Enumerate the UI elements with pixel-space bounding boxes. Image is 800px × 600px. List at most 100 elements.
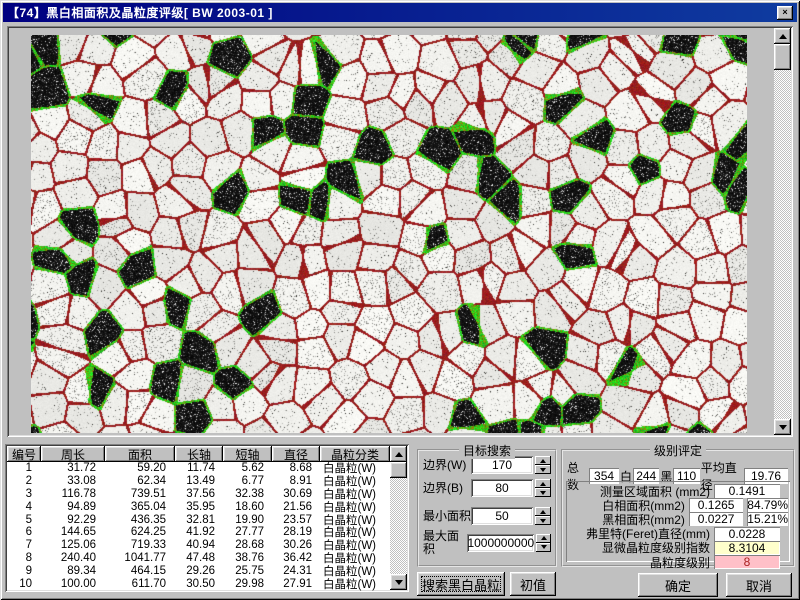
- table-cell: 7: [7, 539, 41, 551]
- table-cell: 1: [7, 462, 41, 474]
- table-cell: 5: [7, 514, 41, 526]
- micrograph-viewport: [7, 26, 793, 437]
- table-cell: 125.06: [41, 539, 105, 551]
- search-grains-button[interactable]: 搜索黑白晶粒: [417, 572, 505, 596]
- table-cell: 28.19: [272, 526, 320, 538]
- table-cell: 47.48: [175, 552, 223, 564]
- table-cell: 1041.77: [105, 552, 175, 564]
- field-label: 边界(W): [423, 459, 471, 472]
- micrograph-image[interactable]: [31, 35, 747, 433]
- metric-percent: 15.21%: [747, 512, 788, 526]
- table-cell: 719.33: [105, 539, 175, 551]
- table-cell: 89.34: [41, 565, 105, 577]
- table-cell: 240.40: [41, 552, 105, 564]
- metric-percent: 84.79%: [747, 498, 788, 512]
- scroll-down-icon[interactable]: [390, 574, 407, 590]
- metric-label: 晶粒度级别: [568, 554, 714, 571]
- table-cell: 23.57: [272, 514, 320, 526]
- table-cell: 62.34: [105, 475, 175, 487]
- table-cell: 27.91: [272, 578, 320, 590]
- table-cell: 32.38: [223, 488, 272, 500]
- table-header-3[interactable]: 长轴: [175, 446, 223, 462]
- assessment-row: 晶粒度级别8: [568, 555, 788, 569]
- close-icon[interactable]: ×: [777, 6, 793, 20]
- table-cell: 32.81: [175, 514, 223, 526]
- table-row[interactable]: 10100.00611.7030.5029.9827.91白晶粒(W): [7, 577, 407, 590]
- table-cell: 30.50: [175, 578, 223, 590]
- table-cell: 94.89: [41, 501, 105, 513]
- scroll-down-icon[interactable]: [774, 419, 791, 435]
- field-input[interactable]: 50: [471, 507, 533, 525]
- table-header-0[interactable]: 编号: [7, 446, 41, 462]
- down-arrow-icon: [779, 425, 787, 430]
- spinner-up-icon[interactable]: [536, 534, 551, 543]
- image-vertical-scrollbar[interactable]: [774, 28, 791, 435]
- table-cell: 5.62: [223, 462, 272, 474]
- field-label: 最小面积: [423, 510, 471, 523]
- spinner-up-icon[interactable]: [535, 507, 551, 516]
- field-label: 边界(B): [423, 482, 471, 495]
- table-cell: 9: [7, 565, 41, 577]
- spinner-down-icon[interactable]: [536, 543, 551, 552]
- up-arrow-icon: [779, 34, 787, 39]
- table-cell: 739.51: [105, 488, 175, 500]
- field-input[interactable]: 1000000000: [467, 534, 534, 552]
- table-vertical-scrollbar[interactable]: [390, 446, 407, 590]
- table-cell: 29.98: [223, 578, 272, 590]
- assessment-group: 级别评定 总数 354 白 244 黑 110 平均直径 19.76 测量区域面…: [561, 449, 795, 567]
- spinner-up-icon[interactable]: [535, 456, 551, 465]
- table-cell: 25.75: [223, 565, 272, 577]
- table-header-5[interactable]: 直径: [272, 446, 320, 462]
- table-cell: 21.56: [272, 501, 320, 513]
- spinner-down-icon[interactable]: [535, 516, 551, 525]
- table-header-4[interactable]: 短轴: [223, 446, 272, 462]
- table-header-1[interactable]: 周长: [41, 446, 105, 462]
- table-cell: 30.69: [272, 488, 320, 500]
- down-arrow-icon: [395, 580, 403, 585]
- metric-value: 0.1491: [714, 484, 780, 498]
- spinner-down-icon[interactable]: [535, 465, 551, 474]
- field-label: 最大面积: [423, 530, 467, 555]
- table-cell: 13.49: [175, 475, 223, 487]
- table-cell: 30.26: [272, 539, 320, 551]
- ok-button[interactable]: 确定: [638, 573, 718, 597]
- titlebar: 【74】黑白相面积及晶粒度评级[ BW 2003-01 ] ×: [3, 3, 797, 22]
- field-input[interactable]: 80: [471, 479, 533, 497]
- assessment-metrics: 测量区域面积 (mm2)0.1491白相面积(mm2)0.126584.79%黑…: [566, 481, 790, 562]
- table-cell: 4: [7, 501, 41, 513]
- table-cell: 6.77: [223, 475, 272, 487]
- table-cell: 144.65: [41, 526, 105, 538]
- target-search-row: 最大面积1000000000: [423, 530, 551, 555]
- table-cell: 11.74: [175, 462, 223, 474]
- grain-table: 编号周长面积长轴短轴直径晶粒分类 131.7259.2011.745.628.6…: [5, 444, 409, 592]
- metric-value: 8: [714, 555, 780, 569]
- target-search-title: 目标搜索: [459, 442, 515, 459]
- table-cell: 8.91: [272, 475, 320, 487]
- spinner: [536, 534, 551, 552]
- spinner-up-icon[interactable]: [535, 479, 551, 488]
- up-arrow-icon: [395, 452, 403, 457]
- assessment-title: 级别评定: [650, 442, 706, 459]
- scroll-up-icon[interactable]: [390, 446, 407, 462]
- target-search-group: 目标搜索 边界(W)170边界(B)80最小面积50最大面积1000000000: [417, 449, 557, 567]
- table-cell: 36.42: [272, 552, 320, 564]
- table-header-2[interactable]: 面积: [105, 446, 175, 462]
- table-cell: 3: [7, 488, 41, 500]
- scrollbar-thumb[interactable]: [390, 462, 407, 478]
- scrollbar-thumb[interactable]: [774, 44, 791, 70]
- init-values-button[interactable]: 初值: [510, 572, 556, 596]
- table-cell: 92.29: [41, 514, 105, 526]
- spinner-down-icon[interactable]: [535, 488, 551, 497]
- table-cell: 19.90: [223, 514, 272, 526]
- app-window: 【74】黑白相面积及晶粒度评级[ BW 2003-01 ] × 编号周长面积长轴…: [0, 0, 800, 600]
- table-cell: 18.60: [223, 501, 272, 513]
- table-cell: 100.00: [41, 578, 105, 590]
- table-cell: 8.68: [272, 462, 320, 474]
- table-cell: 2: [7, 475, 41, 487]
- table-cell: 116.78: [41, 488, 105, 500]
- metric-value: 0.0228: [714, 527, 780, 541]
- cancel-button[interactable]: 取消: [726, 573, 792, 597]
- spinner: [535, 456, 551, 474]
- target-search-row: 边界(B)80: [423, 479, 551, 497]
- scroll-up-icon[interactable]: [774, 28, 791, 44]
